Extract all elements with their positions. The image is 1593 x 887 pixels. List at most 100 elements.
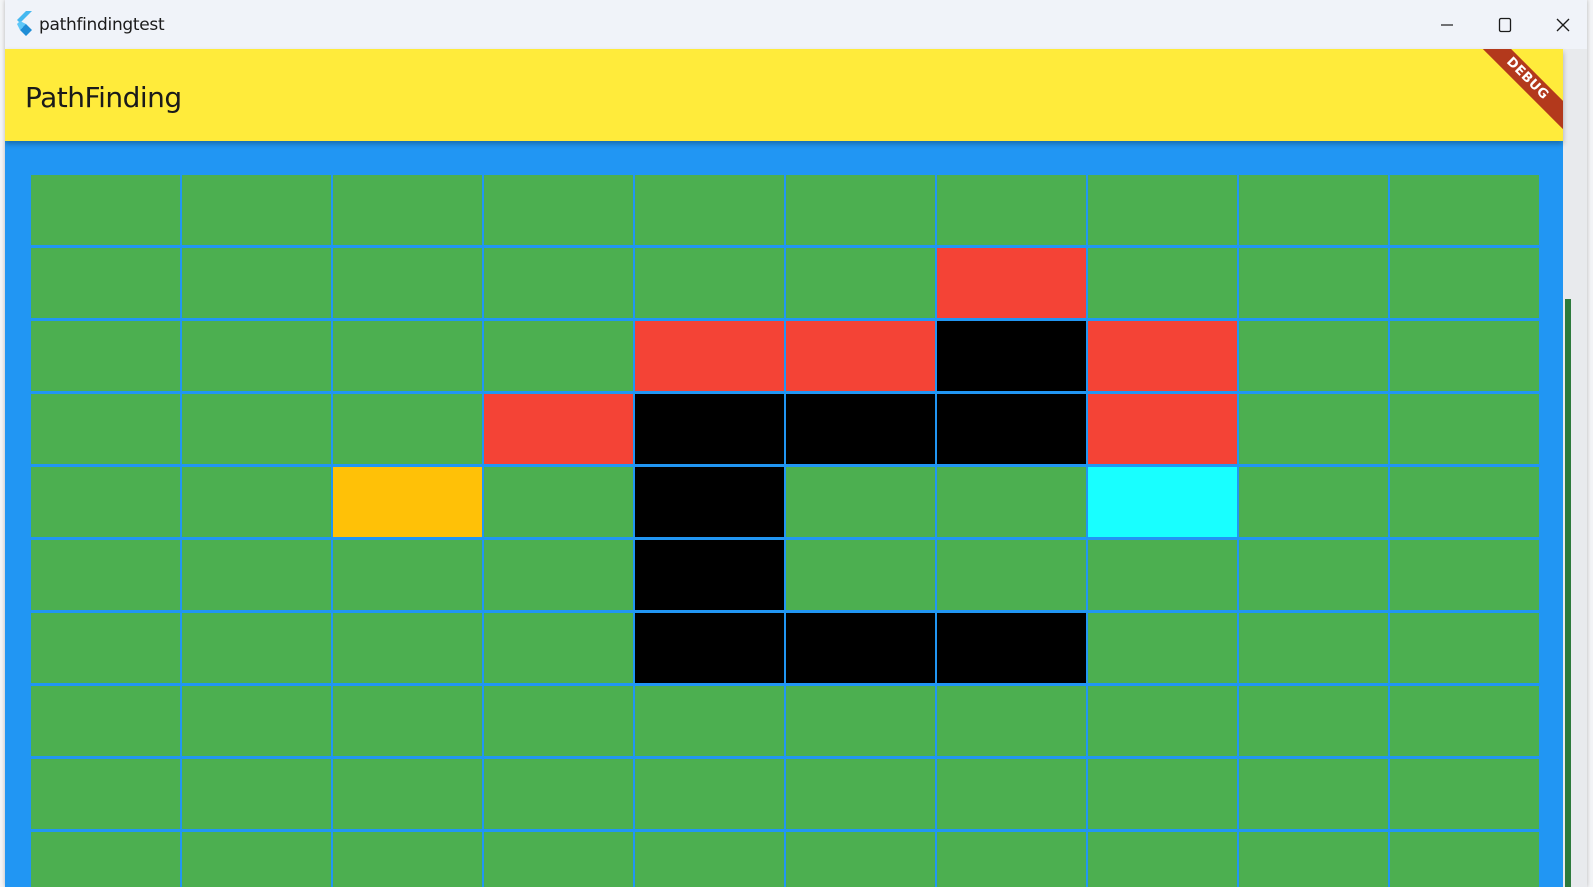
grid-cell-empty[interactable] (635, 248, 784, 318)
grid-cell-empty[interactable] (182, 248, 331, 318)
grid-cell-empty[interactable] (484, 832, 633, 887)
grid-cell-wall[interactable] (635, 467, 784, 537)
grid-cell-visited[interactable] (1088, 321, 1237, 391)
grid-cell-empty[interactable] (31, 613, 180, 683)
grid-cell-wall[interactable] (937, 394, 1086, 464)
grid-cell-empty[interactable] (786, 832, 935, 887)
grid-cell-empty[interactable] (1088, 248, 1237, 318)
grid-cell-empty[interactable] (1239, 248, 1388, 318)
grid-cell-empty[interactable] (1088, 540, 1237, 610)
grid-cell-empty[interactable] (1088, 613, 1237, 683)
grid-cell-visited[interactable] (1088, 394, 1237, 464)
grid-cell-empty[interactable] (1390, 394, 1539, 464)
grid-cell-wall[interactable] (786, 394, 935, 464)
grid-cell-empty[interactable] (786, 467, 935, 537)
grid-cell-wall[interactable] (937, 613, 1086, 683)
grid-cell-empty[interactable] (937, 759, 1086, 829)
grid-cell-empty[interactable] (1390, 248, 1539, 318)
grid-cell-empty[interactable] (333, 686, 482, 756)
grid-cell-empty[interactable] (484, 248, 633, 318)
grid-cell-empty[interactable] (1239, 394, 1388, 464)
grid-cell-empty[interactable] (937, 686, 1086, 756)
grid-cell-empty[interactable] (182, 540, 331, 610)
grid-cell-empty[interactable] (333, 394, 482, 464)
grid-cell-empty[interactable] (1239, 613, 1388, 683)
grid-cell-empty[interactable] (484, 540, 633, 610)
grid-cell-empty[interactable] (484, 613, 633, 683)
grid-cell-empty[interactable] (1390, 613, 1539, 683)
grid-cell-wall[interactable] (635, 540, 784, 610)
grid-cell-visited[interactable] (635, 321, 784, 391)
grid-cell-empty[interactable] (182, 686, 331, 756)
grid-cell-empty[interactable] (635, 832, 784, 887)
grid-cell-empty[interactable] (31, 394, 180, 464)
grid-cell-visited[interactable] (484, 394, 633, 464)
grid-cell-empty[interactable] (1239, 467, 1388, 537)
grid-cell-empty[interactable] (1239, 540, 1388, 610)
grid-cell-empty[interactable] (333, 248, 482, 318)
grid-cell-empty[interactable] (937, 467, 1086, 537)
grid-cell-empty[interactable] (333, 321, 482, 391)
grid-cell-empty[interactable] (1239, 321, 1388, 391)
grid-cell-empty[interactable] (635, 175, 784, 245)
close-button[interactable] (1534, 0, 1587, 49)
grid-cell-empty[interactable] (1239, 759, 1388, 829)
grid-cell-wall[interactable] (635, 613, 784, 683)
grid-cell-empty[interactable] (31, 832, 180, 887)
grid-cell-empty[interactable] (333, 832, 482, 887)
grid-cell-empty[interactable] (484, 759, 633, 829)
grid-cell-empty[interactable] (31, 321, 180, 391)
grid-cell-visited[interactable] (937, 248, 1086, 318)
grid-cell-empty[interactable] (1088, 686, 1237, 756)
grid-cell-empty[interactable] (1390, 467, 1539, 537)
grid-cell-empty[interactable] (333, 759, 482, 829)
maximize-button[interactable] (1476, 0, 1534, 49)
grid-cell-empty[interactable] (937, 175, 1086, 245)
grid-cell-empty[interactable] (1390, 686, 1539, 756)
grid-cell-empty[interactable] (182, 394, 331, 464)
grid-cell-wall[interactable] (937, 321, 1086, 391)
grid-cell-empty[interactable] (31, 248, 180, 318)
grid-cell-empty[interactable] (1239, 175, 1388, 245)
grid-cell-empty[interactable] (484, 686, 633, 756)
grid-cell-empty[interactable] (182, 321, 331, 391)
grid-cell-empty[interactable] (1390, 832, 1539, 887)
grid-cell-empty[interactable] (1088, 175, 1237, 245)
grid-cell-empty[interactable] (182, 175, 331, 245)
grid-cell-empty[interactable] (484, 175, 633, 245)
grid-cell-empty[interactable] (1088, 759, 1237, 829)
grid-cell-empty[interactable] (182, 759, 331, 829)
grid-cell-empty[interactable] (1390, 175, 1539, 245)
grid-cell-empty[interactable] (31, 759, 180, 829)
grid-cell-empty[interactable] (937, 540, 1086, 610)
grid-cell-end[interactable] (1088, 467, 1237, 537)
grid-cell-empty[interactable] (1390, 540, 1539, 610)
grid-cell-empty[interactable] (182, 613, 331, 683)
grid-cell-empty[interactable] (786, 759, 935, 829)
scrollbar-thumb[interactable] (1565, 299, 1571, 887)
grid-cell-empty[interactable] (1390, 759, 1539, 829)
grid-cell-empty[interactable] (182, 832, 331, 887)
grid-cell-visited[interactable] (786, 321, 935, 391)
grid-cell-empty[interactable] (1390, 321, 1539, 391)
grid-cell-empty[interactable] (484, 321, 633, 391)
grid-cell-empty[interactable] (31, 467, 180, 537)
grid-cell-empty[interactable] (1088, 832, 1237, 887)
grid-cell-empty[interactable] (31, 540, 180, 610)
grid-cell-empty[interactable] (786, 686, 935, 756)
grid-cell-empty[interactable] (182, 467, 331, 537)
grid-cell-empty[interactable] (635, 759, 784, 829)
grid-cell-empty[interactable] (333, 540, 482, 610)
grid-cell-empty[interactable] (484, 467, 633, 537)
grid-cell-empty[interactable] (333, 175, 482, 245)
grid-cell-empty[interactable] (333, 613, 482, 683)
grid-cell-wall[interactable] (635, 394, 784, 464)
title-bar[interactable]: pathfindingtest (5, 0, 1587, 49)
grid-cell-empty[interactable] (635, 686, 784, 756)
grid-cell-empty[interactable] (937, 832, 1086, 887)
minimize-button[interactable] (1418, 0, 1476, 49)
grid-cell-empty[interactable] (31, 175, 180, 245)
grid-cell-empty[interactable] (786, 175, 935, 245)
grid-cell-wall[interactable] (786, 613, 935, 683)
grid-cell-empty[interactable] (1239, 832, 1388, 887)
